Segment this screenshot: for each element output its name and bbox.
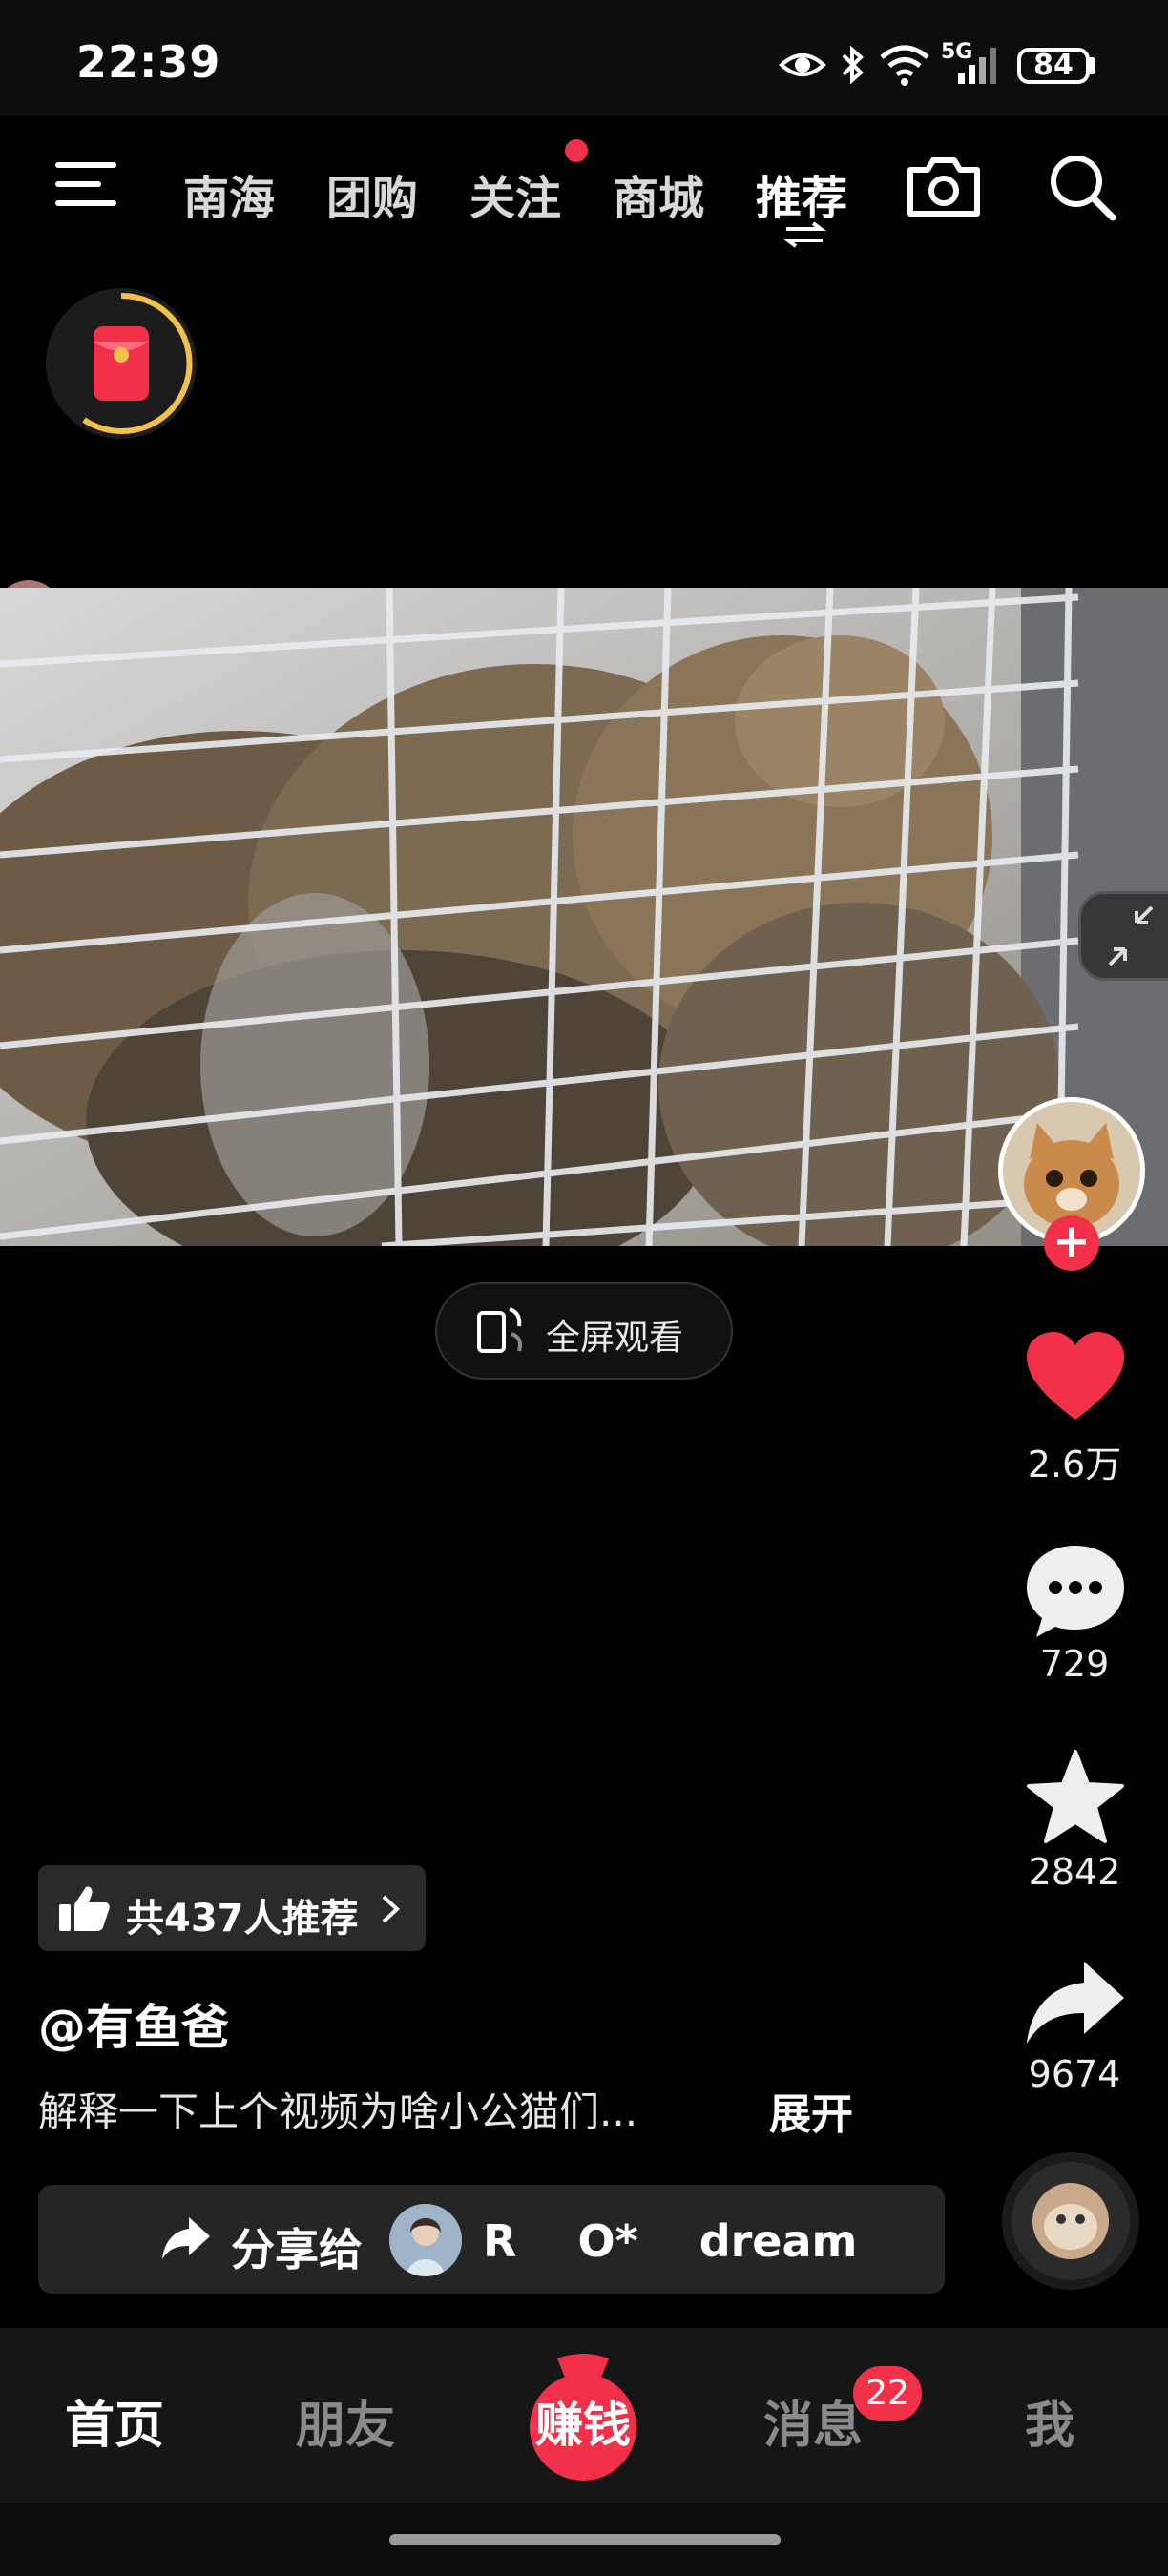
share-recipients: R O* dream (483, 2215, 858, 2267)
home-indicator[interactable] (389, 2534, 781, 2545)
share-label: 分享给 (231, 2224, 363, 2275)
share-arrow-icon[interactable] (1023, 1958, 1128, 2049)
share-recipient-avatar (389, 2204, 462, 2276)
camera-icon[interactable] (905, 153, 983, 219)
eye-icon (779, 53, 826, 76)
rotate-phone-icon (477, 1307, 522, 1353)
favorite-count: 2842 (1028, 1851, 1121, 1893)
tab-me[interactable]: 我 (1025, 2385, 1074, 2457)
chevron-right-icon (382, 1895, 400, 1923)
fullscreen-label: 全屏观看 (546, 1319, 684, 1358)
menu-icon[interactable] (53, 158, 118, 210)
tab-groupbuy[interactable]: 团购 (326, 160, 418, 227)
tab-friends[interactable]: 朋友 (296, 2385, 395, 2457)
follow-plus-button[interactable]: + (1044, 1215, 1099, 1271)
tab-follow[interactable]: 关注 (469, 160, 561, 227)
music-cover-image (1032, 2183, 1109, 2259)
collapse-icon (1108, 905, 1154, 966)
share-arrow-small-icon (162, 2217, 210, 2259)
like-heart-icon[interactable] (1023, 1328, 1128, 1423)
tab-earn-label[interactable]: 赚钱 (531, 2387, 636, 2456)
swap-icon (782, 221, 826, 248)
bluetooth-icon (842, 45, 864, 85)
messages-badge: 22 (853, 2366, 922, 2421)
music-disc[interactable] (1002, 2152, 1139, 2290)
tab-home[interactable]: 首页 (65, 2385, 164, 2457)
wifi-icon (880, 45, 929, 86)
video-description[interactable]: 解释一下上个视频为啥小公猫们... (38, 2080, 637, 2138)
tab-nanhai[interactable]: 南海 (183, 160, 275, 227)
cats-in-cage-image (0, 588, 1168, 1246)
comment-count: 729 (1039, 1643, 1110, 1685)
red-packet-progress-ring (82, 292, 193, 434)
collapse-button[interactable] (1078, 891, 1168, 981)
expand-button[interactable]: 展开 (769, 2080, 853, 2141)
share-count: 9674 (1028, 2053, 1121, 2095)
author-name[interactable]: @有鱼爸 (38, 1989, 229, 2058)
comment-icon[interactable] (1023, 1542, 1128, 1641)
tab-recommend[interactable]: 推荐 (756, 160, 847, 227)
tab-mall[interactable]: 商城 (613, 160, 704, 227)
battery-level: 84 (1017, 48, 1090, 84)
follow-notification-dot (565, 139, 588, 162)
video-player[interactable] (0, 588, 1168, 1246)
signal-icon (958, 48, 996, 84)
favorite-star-icon[interactable] (1023, 1748, 1128, 1847)
like-count: 2.6万 (1027, 1444, 1122, 1485)
thumbs-up-icon (59, 1886, 110, 1931)
search-icon[interactable] (1046, 151, 1118, 223)
battery-tip (1090, 57, 1095, 74)
tab-messages[interactable]: 消息 (763, 2385, 863, 2457)
status-time: 22:39 (76, 36, 221, 88)
recipient-photo (389, 2204, 462, 2276)
top-nav (0, 116, 1168, 260)
recommend-count: 共437人推荐 (126, 1897, 359, 1941)
